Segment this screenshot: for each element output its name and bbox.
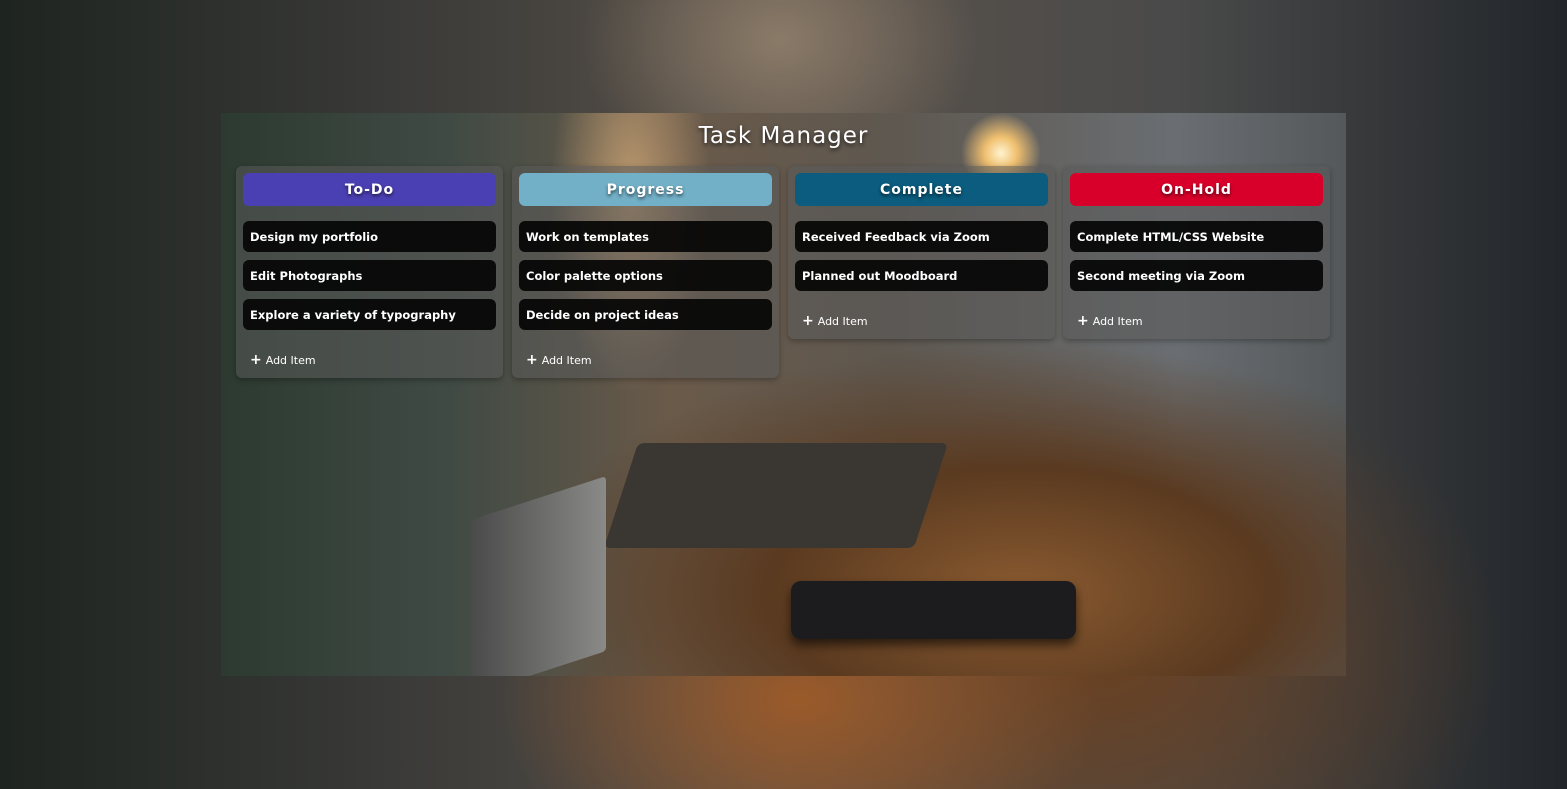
- background-phone: [791, 581, 1076, 639]
- task-card[interactable]: Decide on project ideas: [519, 299, 772, 330]
- app-window: Task Manager To-Do Design my portfolio Edi…: [221, 113, 1346, 676]
- task-card[interactable]: Second meeting via Zoom: [1070, 260, 1323, 291]
- task-card[interactable]: Planned out Moodboard: [795, 260, 1048, 291]
- plus-icon: +: [802, 313, 814, 329]
- column-header: On-Hold: [1070, 173, 1323, 206]
- add-item-button[interactable]: + Add Item: [1077, 311, 1330, 339]
- column-progress: Progress Work on templates Color palette o…: [512, 166, 779, 378]
- add-item-button[interactable]: + Add Item: [802, 311, 1055, 339]
- add-item-label: Add Item: [265, 353, 316, 367]
- task-card[interactable]: Color palette options: [519, 260, 772, 291]
- column-header: Progress: [519, 173, 772, 206]
- task-card[interactable]: Work on templates: [519, 221, 772, 252]
- task-card[interactable]: Explore a variety of typography: [243, 299, 496, 330]
- column-on-hold: On-Hold Complete HTML/CSS Website Second m…: [1063, 166, 1330, 339]
- plus-icon: +: [1077, 313, 1089, 329]
- add-item-button[interactable]: + Add Item: [250, 350, 503, 378]
- page-title: Task Manager: [698, 123, 869, 149]
- column-header: Complete: [795, 173, 1048, 206]
- task-card[interactable]: Design my portfolio: [243, 221, 496, 252]
- add-item-label: Add Item: [817, 314, 868, 328]
- task-card[interactable]: Complete HTML/CSS Website: [1070, 221, 1323, 252]
- add-item-button[interactable]: + Add Item: [526, 350, 779, 378]
- column-complete: Complete Received Feedback via Zoom Planne…: [788, 166, 1055, 339]
- add-item-label: Add Item: [541, 353, 592, 367]
- task-card[interactable]: Received Feedback via Zoom: [795, 221, 1048, 252]
- plus-icon: +: [526, 352, 538, 368]
- background-speaker: [471, 476, 606, 676]
- column-header: To-Do: [243, 173, 496, 206]
- add-item-label: Add Item: [1092, 314, 1143, 328]
- column-to-do: To-Do Design my portfolio Edit Photographs…: [236, 166, 503, 378]
- task-card[interactable]: Edit Photographs: [243, 260, 496, 291]
- plus-icon: +: [250, 352, 262, 368]
- background-laptop: [603, 443, 949, 548]
